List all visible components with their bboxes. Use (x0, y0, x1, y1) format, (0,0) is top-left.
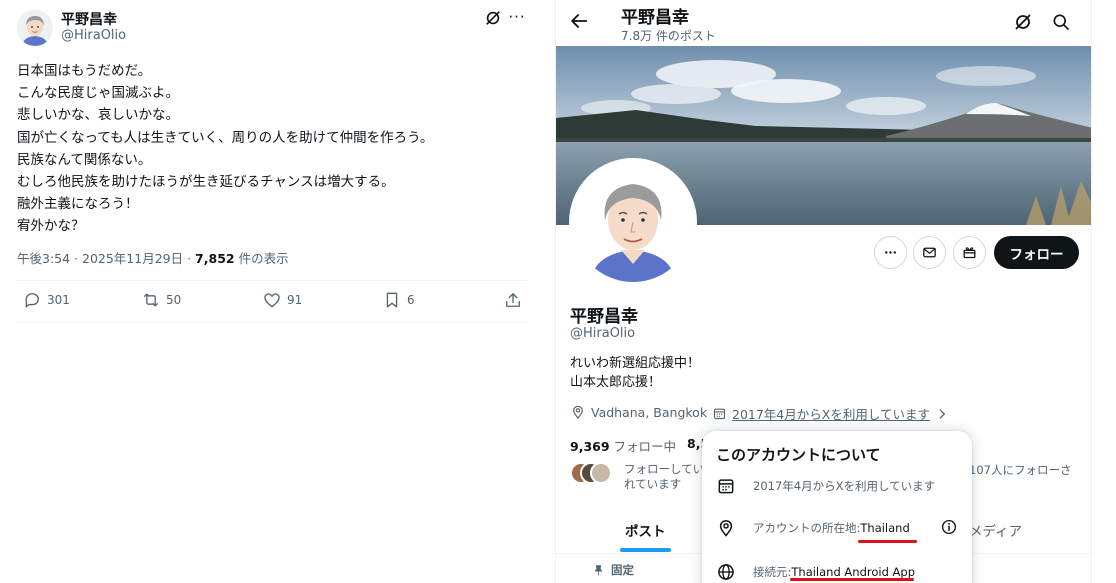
following-label: フォロー中 (609, 439, 677, 454)
tweet-view-suffix: 件の表示 (234, 251, 289, 266)
tweet-text-line: こんな民度じゃ国滅ぶよ。 (17, 85, 179, 102)
pinned-text: 固定 (611, 563, 634, 577)
tweet-text-line: 宥外かな？ (17, 218, 85, 235)
profile-name: 平野昌幸 (570, 307, 638, 327)
tweet-text-line: 民族なんて関係ない。 (17, 151, 152, 168)
tweet-text: 日本国はもうだめだ。 こんな民度じゃ国滅ぶよ。 悲しいかな、哀しいかな。 国が亡… (17, 60, 527, 238)
popup-connected-value: Thailand Android App (791, 565, 915, 579)
repost-icon (144, 293, 158, 307)
popup-title: このアカウントについて (716, 446, 881, 464)
location-pin-icon (719, 520, 733, 537)
message-button[interactable] (913, 236, 946, 269)
tweet-author-name[interactable]: 平野昌幸 (61, 9, 117, 29)
search-icon[interactable] (1051, 12, 1071, 32)
pinned-label: 固定 (592, 562, 634, 578)
post-count: 7.8万 件のポスト (621, 29, 716, 43)
red-underline-annotation (790, 578, 914, 581)
profile-handle: @HiraOlio (570, 326, 636, 341)
info-icon[interactable] (940, 518, 958, 536)
reply-count: 301 (47, 293, 70, 307)
repost-count: 50 (166, 293, 182, 307)
reply-icon (25, 293, 39, 308)
calendar-icon (713, 408, 726, 420)
popup-joined-row: 2017年4月からXを利用しています (716, 476, 935, 496)
bookmark-icon (386, 292, 398, 308)
location-pin-icon (573, 405, 583, 419)
calendar-icon (718, 479, 734, 494)
profile-header-title: 平野昌幸 (621, 8, 689, 28)
follow-button[interactable]: フォロー (994, 236, 1079, 269)
tab-media[interactable]: メディア (969, 520, 1022, 540)
like-button[interactable]: 91 (262, 290, 302, 310)
share-button[interactable] (503, 290, 523, 310)
grok-icon[interactable] (1013, 12, 1033, 32)
more-horizontal-icon (885, 251, 896, 254)
profile-location: Vadhana, Bangkok (570, 404, 707, 420)
joined-text: 2017年4月からXを利用しています (732, 407, 930, 422)
followed-by-count-text[interactable]: 107人にフォローさ (969, 462, 1071, 478)
more-actions-button[interactable] (874, 236, 907, 269)
gift-icon (963, 247, 976, 259)
followed-by-text[interactable]: フォローしていれています (624, 462, 714, 492)
profile-joined-date[interactable]: 2017年4月からXを利用しています (712, 404, 949, 423)
avatar (590, 462, 612, 484)
back-arrow-icon[interactable] (568, 10, 590, 32)
popup-location-label: アカウントの所在地: (753, 521, 861, 535)
chevron-right-icon (939, 408, 945, 419)
like-count: 91 (287, 293, 303, 307)
profile-bio: れいわ新選組応援中！ 山本太郎応援！ (570, 354, 700, 392)
tweet-text-line: 国が亡くなっても人は生きていく、周りの人を助けて仲間を作ろう。 (17, 129, 434, 146)
profile-avatar[interactable] (569, 158, 697, 286)
popup-location-row: アカウントの所在地: Thailand (716, 518, 910, 538)
tab-posts[interactable]: ポスト (625, 520, 666, 540)
tweet-author-avatar[interactable] (17, 10, 53, 46)
bio-line: れいわ新選組応援中！ (570, 356, 701, 371)
tweet-view-count: 7,852 (195, 251, 235, 266)
bio-line: 山本太郎応援！ (570, 375, 662, 390)
active-tab-indicator (620, 548, 671, 552)
about-account-popup: このアカウントについて 2017年4月からXを利用しています アカウントの所在地… (702, 431, 972, 583)
share-icon (506, 293, 520, 307)
globe-icon (718, 564, 734, 580)
tweet-text-line: むしろ他民族を助けたほうが生き延びるチャンスは増大する。 (17, 174, 395, 191)
divider (17, 322, 527, 323)
more-options-icon[interactable]: ··· (507, 8, 527, 26)
repost-button[interactable]: 50 (141, 290, 181, 310)
reply-button[interactable]: 301 (22, 290, 70, 310)
divider (17, 280, 527, 281)
mail-icon (923, 247, 936, 258)
heart-icon (264, 293, 280, 308)
location-text: Vadhana, Bangkok (591, 404, 708, 420)
tweet-text-line: 日本国はもうだめだ。 (17, 63, 152, 79)
popup-joined-text: 2017年4月からXを利用しています (753, 479, 936, 493)
gift-button[interactable] (953, 236, 986, 269)
following-count: 9,369 (570, 439, 610, 454)
tweet-detail: 平野昌幸 @HiraOlio ··· 日本国はもうだめだ。 こんな民度じゃ国滅ぶ… (0, 0, 545, 583)
tweet-author-handle[interactable]: @HiraOlio (61, 28, 126, 43)
tweet-text-line: 融外主義になろう！ (17, 196, 139, 213)
tweet-text-line: 悲しいかな、哀しいかな。 (17, 107, 179, 124)
tweet-timestamp[interactable]: 午後3:54 · 2025年11月29日 · (17, 251, 195, 266)
popup-location-value: Thailand (860, 521, 910, 535)
bookmark-count: 6 (407, 293, 415, 307)
red-underline-annotation (858, 540, 917, 543)
following-stat[interactable]: 9,369 フォロー中 (570, 436, 676, 455)
bookmark-button[interactable]: 6 (382, 290, 415, 310)
followed-by-avatars[interactable] (570, 462, 616, 484)
tweet-meta: 午後3:54 · 2025年11月29日 · 7,852 件の表示 (17, 248, 289, 267)
popup-connected-label: 接続元: (753, 565, 792, 579)
pin-icon (594, 564, 603, 575)
grok-icon[interactable] (484, 9, 502, 27)
